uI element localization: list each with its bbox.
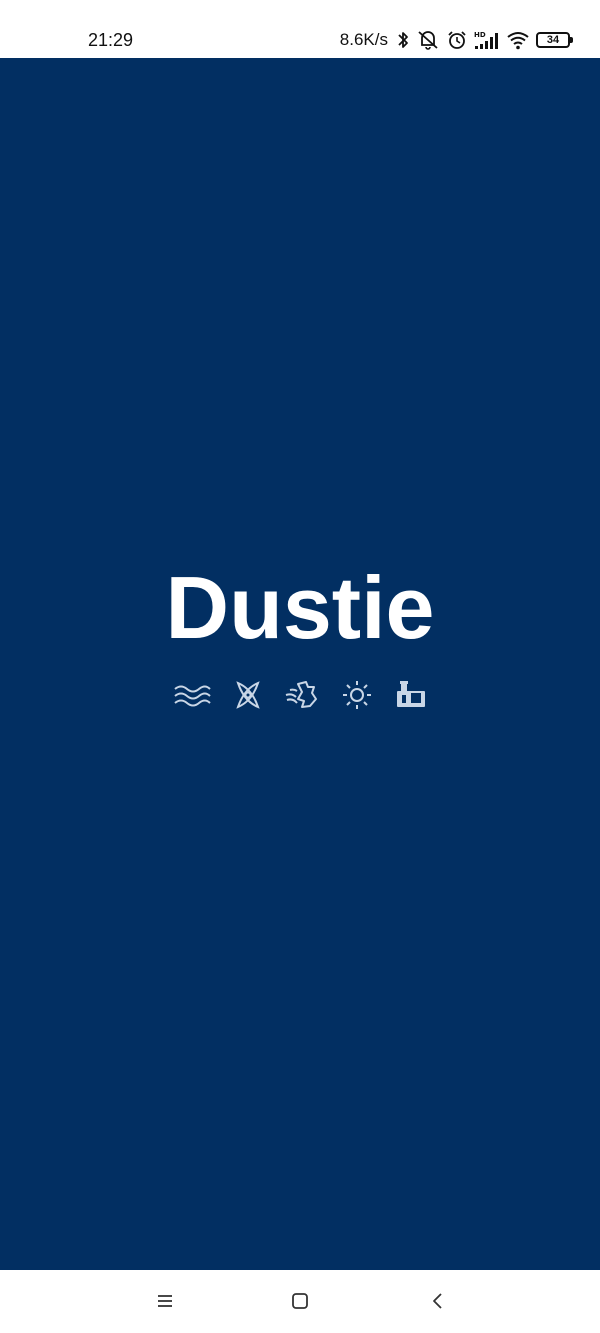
splash-screen: Dustie [0,58,600,1270]
brand-feature-icons [173,678,429,712]
alarm-icon [448,31,466,49]
hd-signal-icon: HD [474,31,498,49]
menu-icon [158,1295,172,1307]
muted-vibrate-icon [418,31,438,50]
wind-cloth-icon [285,681,317,708]
svg-text:HD: HD [474,31,486,39]
brand-logo-text: Dustie [165,558,435,657]
waves-icon [174,685,211,707]
bluetooth-icon [398,32,408,48]
battery-icon: 34 [536,32,573,48]
home-icon [292,1293,308,1309]
appliance-icon [397,681,425,707]
menu-button[interactable] [150,1288,180,1314]
status-time: 21:29 [88,30,134,50]
network-speed: 8.6K/s [339,30,388,49]
wifi-icon [507,32,529,50]
system-navigation-bar [0,1270,600,1333]
home-button[interactable] [285,1288,315,1314]
sun-icon [342,681,371,709]
back-button[interactable] [423,1288,453,1314]
back-icon [433,1293,442,1309]
status-icons: 8.6K/s HD 34 [339,28,573,52]
status-bar: 21:29 8.6K/s HD 34 [0,0,600,58]
spinning-blades-icon [235,681,260,709]
